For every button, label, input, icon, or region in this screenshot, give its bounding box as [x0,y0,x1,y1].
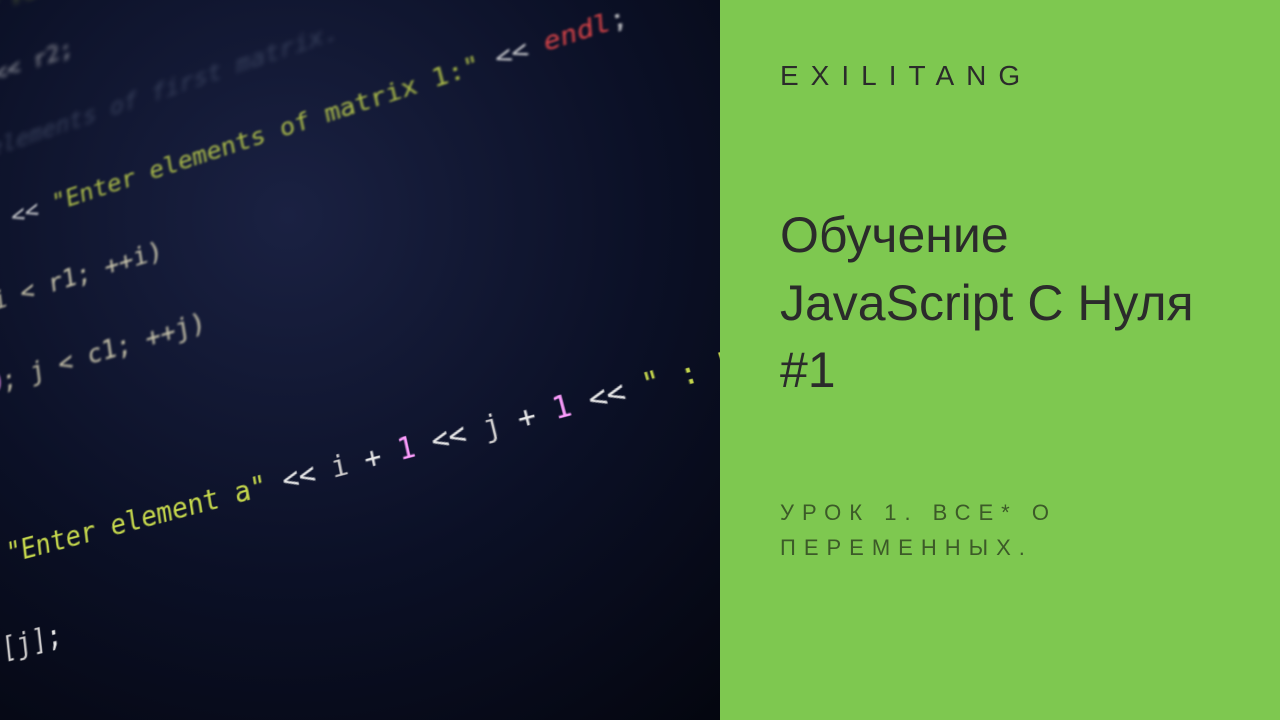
code-plane: cout << "Enter rows and columns for seco… [0,0,720,720]
course-title: Обучение JavaScript С Нуля #1 [780,202,1220,405]
title-panel: EXILITANG Обучение JavaScript С Нуля #1 … [720,0,1280,720]
lesson-subtitle: УРОК 1. ВСЕ* О ПЕРЕМЕННЫХ. [780,495,1200,565]
brand-wordmark: EXILITANG [780,60,1220,92]
hero-code-background: cout << "Enter rows and columns for seco… [0,0,720,720]
